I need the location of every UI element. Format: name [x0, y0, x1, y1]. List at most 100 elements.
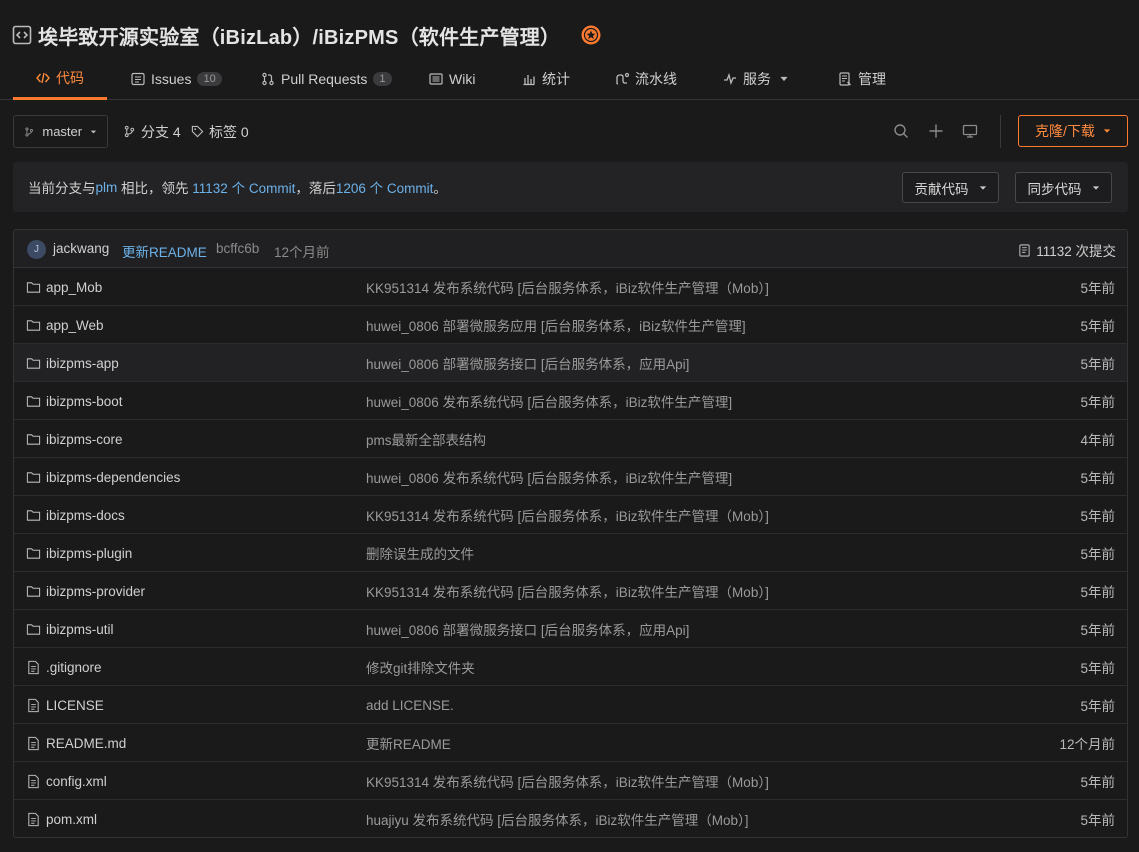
- file-commit-message[interactable]: KK951314 发布系统代码 [后台服务体系，iBiz软件生产管理（Mob）]: [366, 762, 769, 800]
- tab-pipeline[interactable]: 流水线: [615, 58, 677, 100]
- file-name-link[interactable]: README.md: [26, 724, 126, 762]
- tab-manage-label: 管理: [858, 71, 886, 87]
- tab-service-label: 服务: [743, 71, 771, 87]
- file-name-link[interactable]: ibizpms-core: [26, 420, 123, 458]
- file-commit-message[interactable]: huajiyu 发布系统代码 [后台服务体系，iBiz软件生产管理（Mob）]: [366, 800, 749, 837]
- file-name: ibizpms-provider: [46, 583, 146, 599]
- tab-code-label: 代码: [56, 69, 84, 86]
- file-commit-message[interactable]: KK951314 发布系统代码 [后台服务体系，iBiz软件生产管理（Mob）]: [366, 268, 769, 306]
- file-row[interactable]: ibizpms-plugin 删除误生成的文件 5年前: [14, 534, 1127, 572]
- tab-stats[interactable]: 统计: [522, 58, 570, 100]
- file-commit-time: 5年前: [1080, 699, 1115, 714]
- folder-icon: [26, 318, 41, 333]
- search-icon[interactable]: [891, 121, 911, 141]
- tags-count: 标签 0: [209, 123, 249, 140]
- file-commit-message[interactable]: huwei_0806 部署微服务接口 [后台服务体系，应用Api]: [366, 344, 689, 382]
- branches-link[interactable]: 分支 4: [123, 115, 181, 148]
- file-name-link[interactable]: .gitignore: [26, 648, 102, 686]
- file-name-link[interactable]: config.xml: [26, 762, 107, 800]
- file-row[interactable]: ibizpms-util huwei_0806 部署微服务接口 [后台服务体系，应…: [14, 610, 1127, 648]
- repo-title[interactable]: 埃毕致开源实验室（iBizLab）/iBizPMS（软件生产管理）: [38, 21, 560, 50]
- file-commit-message[interactable]: huwei_0806 部署微服务应用 [后台服务体系，iBiz软件生产管理]: [366, 306, 746, 344]
- branch-select[interactable]: master: [13, 115, 108, 148]
- issues-icon: [131, 72, 145, 86]
- file-commit-time: 5年前: [1080, 395, 1115, 410]
- web-ide-icon[interactable]: [960, 121, 980, 141]
- file-name-link[interactable]: ibizpms-dependencies: [26, 458, 180, 496]
- file-row[interactable]: ibizpms-app huwei_0806 部署微服务接口 [后台服务体系，应用…: [14, 344, 1127, 382]
- file-name-link[interactable]: ibizpms-util: [26, 610, 114, 648]
- file-commit-message[interactable]: huwei_0806 部署微服务接口 [后台服务体系，应用Api]: [366, 610, 689, 648]
- file-name-link[interactable]: ibizpms-plugin: [26, 534, 132, 572]
- file-name-link[interactable]: ibizpms-provider: [26, 572, 145, 610]
- file-row[interactable]: ibizpms-core pms最新全部表结构 4年前: [14, 420, 1127, 458]
- file-commit-message[interactable]: KK951314 发布系统代码 [后台服务体系，iBiz软件生产管理（Mob）]: [366, 572, 769, 610]
- tab-pull-requests[interactable]: Pull Requests 1: [261, 58, 392, 100]
- folder-icon: [26, 280, 41, 295]
- avatar[interactable]: J: [27, 240, 46, 259]
- file-commit-message[interactable]: 修改git排除文件夹: [366, 648, 475, 686]
- file-commit-message[interactable]: 更新README: [366, 724, 451, 762]
- file-name: ibizpms-util: [46, 621, 114, 637]
- file-commit-time: 5年前: [1080, 623, 1115, 638]
- file-commit-message[interactable]: huwei_0806 发布系统代码 [后台服务体系，iBiz软件生产管理]: [366, 382, 732, 420]
- file-name-link[interactable]: app_Mob: [26, 268, 102, 306]
- branch-name: master: [42, 124, 83, 139]
- tab-issues[interactable]: Issues 10: [131, 58, 222, 100]
- clone-download-button[interactable]: 克隆/下载: [1018, 115, 1128, 147]
- sync-code-button[interactable]: 同步代码: [1015, 172, 1112, 203]
- commit-history-link[interactable]: 11132 次提交: [1018, 240, 1116, 260]
- tab-wiki[interactable]: Wiki: [429, 58, 475, 100]
- compare-branch-link[interactable]: plm: [96, 180, 118, 195]
- file-commit-message[interactable]: huwei_0806 发布系统代码 [后台服务体系，iBiz软件生产管理]: [366, 458, 732, 496]
- ahead-commits-link[interactable]: 11132 个 Commit: [192, 177, 295, 197]
- manage-icon: [839, 72, 851, 86]
- file-commit-time: 5年前: [1080, 509, 1115, 524]
- folder-icon: [26, 584, 41, 599]
- file-commit-message[interactable]: 删除误生成的文件: [366, 534, 474, 572]
- file-commit-time: 5年前: [1080, 775, 1115, 790]
- branch-toolbar: master 分支 4 标签 0 克隆/下载: [13, 115, 1128, 148]
- file-commit-message[interactable]: KK951314 发布系统代码 [后台服务体系，iBiz软件生产管理（Mob）]: [366, 496, 769, 534]
- file-row[interactable]: ibizpms-boot huwei_0806 发布系统代码 [后台服务体系，iB…: [14, 382, 1127, 420]
- tab-code[interactable]: 代码: [13, 58, 107, 100]
- file-name-link[interactable]: app_Web: [26, 306, 104, 344]
- file-commit-time: 5年前: [1080, 357, 1115, 372]
- tab-service[interactable]: 服务: [723, 58, 789, 100]
- file-name: ibizpms-docs: [46, 507, 125, 523]
- file-row[interactable]: README.md 更新README 12个月前: [14, 724, 1127, 762]
- file-icon: [26, 774, 41, 789]
- file-name-link[interactable]: ibizpms-app: [26, 344, 119, 382]
- file-commit-time: 5年前: [1080, 319, 1115, 334]
- folder-icon: [26, 622, 41, 637]
- add-file-icon[interactable]: [926, 121, 946, 141]
- tags-link[interactable]: 标签 0: [191, 115, 249, 148]
- file-row[interactable]: app_Mob KK951314 发布系统代码 [后台服务体系，iBiz软件生产管…: [14, 268, 1127, 306]
- tag-icon: [191, 125, 204, 138]
- file-commit-message[interactable]: add LICENSE.: [366, 686, 454, 724]
- file-row[interactable]: ibizpms-docs KK951314 发布系统代码 [后台服务体系，iBiz…: [14, 496, 1127, 534]
- file-row[interactable]: LICENSE add LICENSE. 5年前: [14, 686, 1127, 724]
- compare-text: 当前分支与 plm 相比，领先 11132 个 Commit ，落后 1206 …: [28, 162, 447, 212]
- file-row[interactable]: config.xml KK951314 发布系统代码 [后台服务体系，iBiz软件…: [14, 762, 1127, 800]
- commit-message-link[interactable]: 更新README: [122, 241, 207, 261]
- commit-sha[interactable]: bcffc6b: [216, 241, 259, 256]
- file-row[interactable]: .gitignore 修改git排除文件夹 5年前: [14, 648, 1127, 686]
- recommended-badge-icon[interactable]: [580, 24, 602, 46]
- folder-icon: [26, 508, 41, 523]
- commit-author[interactable]: jackwang: [53, 241, 109, 256]
- file-name-link[interactable]: LICENSE: [26, 686, 104, 724]
- contribute-code-button[interactable]: 贡献代码: [902, 172, 999, 203]
- file-commit-message[interactable]: pms最新全部表结构: [366, 420, 486, 458]
- file-name: ibizpms-plugin: [46, 545, 133, 561]
- file-row[interactable]: app_Web huwei_0806 部署微服务应用 [后台服务体系，iBiz软件…: [14, 306, 1127, 344]
- file-row[interactable]: ibizpms-provider KK951314 发布系统代码 [后台服务体系，…: [14, 572, 1127, 610]
- file-row[interactable]: pom.xml huajiyu 发布系统代码 [后台服务体系，iBiz软件生产管理…: [14, 800, 1127, 837]
- behind-commits-link[interactable]: 1206 个 Commit: [336, 177, 434, 197]
- file-name-link[interactable]: ibizpms-docs: [26, 496, 125, 534]
- file-row[interactable]: ibizpms-dependencies huwei_0806 发布系统代码 [后…: [14, 458, 1127, 496]
- tab-manage[interactable]: 管理: [838, 58, 886, 100]
- file-name-link[interactable]: pom.xml: [26, 800, 97, 837]
- compare-prefix: 当前分支与: [28, 181, 96, 196]
- file-name-link[interactable]: ibizpms-boot: [26, 382, 123, 420]
